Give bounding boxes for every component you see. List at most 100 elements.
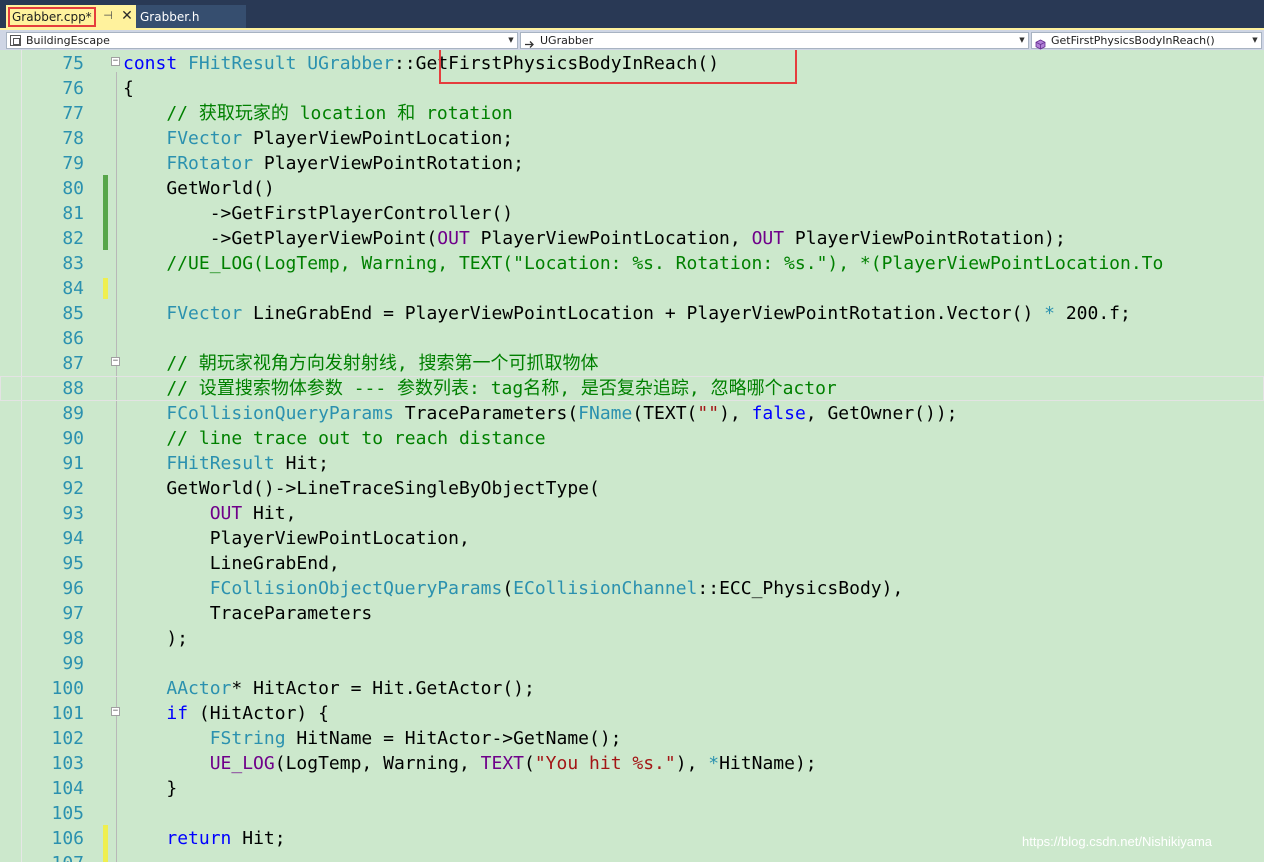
project-dropdown[interactable]: BuildingEscape ▼	[6, 32, 518, 49]
code-text[interactable]: // 设置搜索物体参数 --- 参数列表: tag名称, 是否复杂追踪, 忽略哪…	[123, 376, 836, 401]
line-number: 84	[62, 278, 84, 299]
code-token: FHitResult	[166, 453, 275, 474]
code-token: Hit;	[274, 453, 329, 474]
code-text[interactable]: FCollisionObjectQueryParams(ECollisionCh…	[123, 576, 904, 601]
code-line[interactable]: 100 AActor* HitActor = Hit.GetActor();	[0, 676, 1264, 701]
code-text[interactable]: ->GetFirstPlayerController()	[123, 201, 513, 226]
tab-label[interactable]: Grabber.cpp*	[8, 7, 96, 27]
code-line[interactable]: 91 FHitResult Hit;	[0, 451, 1264, 476]
code-line[interactable]: 89 FCollisionQueryParams TraceParameters…	[0, 401, 1264, 426]
line-number: 107	[22, 851, 84, 862]
line-number: 95	[62, 553, 84, 574]
code-line[interactable]: 80 GetWorld()	[0, 176, 1264, 201]
code-text[interactable]: FString HitName = HitActor->GetName();	[123, 726, 622, 751]
code-token: LineGrabEnd,	[123, 553, 340, 574]
code-line[interactable]: 94 PlayerViewPointLocation,	[0, 526, 1264, 551]
line-number: 105	[51, 803, 84, 824]
code-text[interactable]: ->GetPlayerViewPoint(OUT PlayerViewPoint…	[123, 226, 1066, 251]
code-text[interactable]: GetWorld()	[123, 176, 274, 201]
code-text[interactable]: );	[123, 626, 188, 651]
code-text[interactable]: FHitResult Hit;	[123, 451, 329, 476]
code-line[interactable]: 86	[0, 326, 1264, 351]
close-icon[interactable]: ✕	[120, 8, 134, 24]
code-line[interactable]: 78 FVector PlayerViewPointLocation;	[0, 126, 1264, 151]
code-line[interactable]: 88 // 设置搜索物体参数 --- 参数列表: tag名称, 是否复杂追踪, …	[0, 376, 1264, 401]
line-number: 89	[62, 403, 84, 424]
member-dropdown[interactable]: GetFirstPhysicsBodyInReach() ▼	[1031, 32, 1262, 50]
code-token: OUT	[437, 228, 470, 249]
code-line[interactable]: 95 LineGrabEnd,	[0, 551, 1264, 576]
code-token: if	[166, 703, 189, 724]
code-text[interactable]: // line trace out to reach distance	[123, 426, 545, 451]
code-text[interactable]: {	[123, 76, 134, 101]
line-number: 96	[62, 578, 84, 599]
code-line[interactable]: 92 GetWorld()->LineTraceSingleByObjectTy…	[0, 476, 1264, 501]
code-line[interactable]: 77 // 获取玩家的 location 和 rotation	[0, 101, 1264, 126]
tab-label[interactable]: Grabber.h	[140, 9, 199, 25]
code-text[interactable]: FCollisionQueryParams TraceParameters(FN…	[123, 401, 957, 426]
code-line[interactable]: 85 FVector LineGrabEnd = PlayerViewPoint…	[0, 301, 1264, 326]
chevron-down-icon[interactable]: ▼	[1250, 33, 1260, 48]
code-text[interactable]: //UE_LOG(LogTemp, Warning, TEXT("Locatio…	[123, 251, 1163, 276]
code-text[interactable]: return Hit;	[123, 826, 285, 851]
code-text[interactable]: FVector PlayerViewPointLocation;	[123, 126, 513, 151]
code-line[interactable]: 98 );	[0, 626, 1264, 651]
line-number: 75	[62, 53, 84, 74]
code-line[interactable]: 82 ->GetPlayerViewPoint(OUT PlayerViewPo…	[0, 226, 1264, 251]
line-number: 93	[62, 503, 84, 524]
code-token: ""	[697, 403, 720, 424]
line-number: 104	[51, 778, 84, 799]
code-text[interactable]: LineGrabEnd,	[123, 551, 340, 576]
code-line[interactable]: 81 ->GetFirstPlayerController()	[0, 201, 1264, 226]
code-token: (	[502, 578, 514, 599]
code-text[interactable]: FVector LineGrabEnd = PlayerViewPointLoc…	[123, 301, 1131, 326]
code-line[interactable]: 84	[0, 276, 1264, 301]
chevron-down-icon[interactable]: ▼	[1017, 33, 1027, 48]
code-line[interactable]: 99	[0, 651, 1264, 676]
code-line[interactable]: 93 OUT Hit,	[0, 501, 1264, 526]
code-line[interactable]: 101 if (HitActor) {	[0, 701, 1264, 726]
code-text[interactable]: if (HitActor) {	[123, 701, 329, 726]
code-text[interactable]: PlayerViewPointLocation,	[123, 526, 470, 551]
code-line[interactable]: 87 // 朝玩家视角方向发射射线, 搜索第一个可抓取物体	[0, 351, 1264, 376]
code-text[interactable]: }	[123, 776, 177, 801]
tab-grabber-cpp[interactable]: Grabber.cpp* ⊣ ✕	[6, 5, 136, 28]
code-line[interactable]: 105	[0, 801, 1264, 826]
code-text[interactable]: // 朝玩家视角方向发射射线, 搜索第一个可抓取物体	[123, 351, 598, 376]
code-text[interactable]: // 获取玩家的 location 和 rotation	[123, 101, 512, 126]
chevron-down-icon[interactable]: ▼	[506, 33, 516, 48]
code-line[interactable]: 96 FCollisionObjectQueryParams(ECollisio…	[0, 576, 1264, 601]
code-line[interactable]: 90 // line trace out to reach distance	[0, 426, 1264, 451]
line-number: 78	[62, 128, 84, 149]
pin-icon[interactable]: ⊣	[101, 8, 115, 24]
code-text[interactable]: FRotator PlayerViewPointRotation;	[123, 151, 524, 176]
code-text[interactable]: UE_LOG(LogTemp, Warning, TEXT("You hit %…	[123, 751, 817, 776]
code-line[interactable]: 97 TraceParameters	[0, 601, 1264, 626]
code-text[interactable]: GetWorld()->LineTraceSingleByObjectType(	[123, 476, 599, 501]
tab-grabber-h[interactable]: Grabber.h	[136, 5, 246, 28]
code-text[interactable]: TraceParameters	[123, 601, 373, 626]
code-token: "You hit %s."	[534, 753, 676, 774]
code-line[interactable]: 103 UE_LOG(LogTemp, Warning, TEXT("You h…	[0, 751, 1264, 776]
line-number: 77	[62, 103, 84, 124]
code-line[interactable]: 102 FString HitName = HitActor->GetName(…	[0, 726, 1264, 751]
code-token: FVector	[166, 128, 243, 149]
line-number: 92	[62, 478, 84, 499]
code-line[interactable]: 107	[0, 851, 1264, 862]
code-token: OUT	[751, 228, 785, 249]
code-text[interactable]: AActor* HitActor = Hit.GetActor();	[123, 676, 534, 701]
code-line[interactable]: 104 }	[0, 776, 1264, 801]
code-editor[interactable]: − − − 75 const FHitResult UGrabber::GetFi…	[0, 50, 1264, 862]
code-line[interactable]: 79 FRotator PlayerViewPointRotation;	[0, 151, 1264, 176]
line-number: 80	[62, 178, 84, 199]
code-text[interactable]: OUT Hit,	[123, 501, 297, 526]
class-dropdown[interactable]: UGrabber ▼	[520, 32, 1029, 49]
code-token: HitName = HitActor->GetName();	[285, 728, 622, 749]
code-line[interactable]: 83 //UE_LOG(LogTemp, Warning, TEXT("Loca…	[0, 251, 1264, 276]
code-token: FName	[578, 403, 633, 424]
code-token: PlayerViewPointRotation);	[784, 228, 1066, 249]
